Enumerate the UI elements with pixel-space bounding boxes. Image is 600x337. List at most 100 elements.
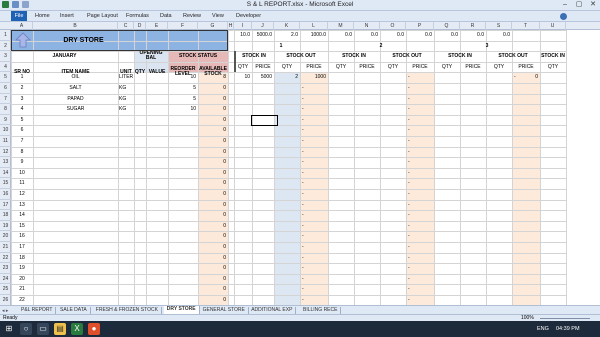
cell-dash[interactable]: - — [300, 104, 328, 115]
cell-sr-no[interactable]: 20 — [11, 274, 33, 285]
cell-sr-no[interactable]: 11 — [11, 178, 33, 189]
selected-cell[interactable] — [251, 115, 278, 126]
cell-item-name[interactable]: PAPAD — [33, 94, 118, 105]
cell-dash[interactable]: - — [406, 210, 434, 221]
column-header-d[interactable]: D — [134, 22, 146, 30]
cell-sr-no[interactable]: 13 — [11, 200, 33, 211]
cell-dash[interactable]: - — [406, 136, 434, 147]
zoom-slider[interactable] — [540, 318, 590, 319]
cell-sr-no[interactable]: 14 — [11, 210, 33, 221]
row-header[interactable]: 4 — [0, 62, 11, 73]
cell-sr-no[interactable]: 12 — [11, 189, 33, 200]
cell-available-stock[interactable]: 0 — [198, 125, 226, 136]
tab-home[interactable]: Home — [35, 13, 50, 19]
cell-reorder-level[interactable]: 10 — [168, 104, 196, 115]
cell-available-stock[interactable]: 0 — [198, 210, 226, 221]
sheet-tab[interactable]: ADDITIONAL EXP — [248, 307, 297, 314]
cell-available-stock[interactable]: 0 — [198, 231, 226, 242]
row-header[interactable]: 13 — [0, 157, 11, 168]
cell-stock-out-qty[interactable]: 2 — [274, 72, 298, 83]
minimize-icon[interactable]: – — [560, 1, 570, 9]
cell-sr-no[interactable]: 3 — [11, 94, 33, 105]
cell-dash[interactable]: - — [300, 136, 328, 147]
cell-available-stock[interactable]: 0 — [198, 94, 226, 105]
row-header[interactable]: 23 — [0, 263, 11, 274]
cell-dash[interactable]: - — [406, 189, 434, 200]
cell-dash[interactable]: - — [300, 274, 328, 285]
row-header[interactable]: 12 — [0, 147, 11, 158]
cell-unit[interactable]: LITER — [118, 72, 144, 83]
save-icon[interactable] — [12, 1, 19, 8]
column-header-e[interactable]: E — [146, 22, 168, 30]
cell-dash[interactable]: - — [300, 83, 328, 94]
cell-dash[interactable]: - — [406, 147, 434, 158]
cell-sr-no[interactable]: 2 — [11, 83, 33, 94]
cell-dash[interactable]: - — [406, 200, 434, 211]
cell-dash[interactable]: - — [406, 295, 434, 305]
column-header-n[interactable]: N — [354, 22, 380, 30]
column-header-s[interactable]: S — [486, 22, 512, 30]
tab-view[interactable]: View — [212, 13, 224, 19]
cell-dash[interactable]: - — [406, 178, 434, 189]
column-header-p[interactable]: P — [406, 22, 434, 30]
cell-item-name[interactable]: SALT — [33, 83, 118, 94]
close-icon[interactable]: ✕ — [588, 1, 598, 9]
row-header[interactable]: 26 — [0, 295, 11, 306]
excel-taskbar-icon[interactable]: X — [71, 323, 83, 335]
cell-available-stock[interactable]: 0 — [198, 83, 226, 94]
row-header[interactable]: 19 — [0, 221, 11, 232]
cell-dash[interactable]: - — [406, 231, 434, 242]
row-header[interactable]: 20 — [0, 231, 11, 242]
cell-dash[interactable]: - — [300, 189, 328, 200]
cell-dash[interactable]: - — [300, 115, 328, 126]
cell-item-name[interactable]: OIL — [33, 72, 118, 83]
cell-dash[interactable]: - — [300, 147, 328, 158]
chrome-icon[interactable]: ● — [88, 323, 100, 335]
column-header-k[interactable]: K — [274, 22, 300, 30]
cell-dash[interactable]: - — [300, 125, 328, 136]
cell-reorder-level[interactable]: 10 — [168, 72, 196, 83]
restore-icon[interactable]: ▢ — [574, 1, 584, 9]
cell-sr-no[interactable]: 4 — [11, 104, 33, 115]
cell-available-stock[interactable]: 0 — [198, 147, 226, 158]
column-header-q[interactable]: Q — [434, 22, 460, 30]
row-header[interactable]: 6 — [0, 83, 11, 94]
sheet-tab[interactable]: SALE DATA — [57, 307, 91, 314]
cell-dash[interactable]: - — [406, 221, 434, 232]
cell-sr-no[interactable]: 5 — [11, 115, 33, 126]
tab-formulas[interactable]: Formulas — [126, 13, 149, 19]
cell-available-stock[interactable]: 0 — [198, 178, 226, 189]
tab-data[interactable]: Data — [160, 13, 172, 19]
cell-available-stock[interactable]: 0 — [198, 200, 226, 211]
sheet-tab[interactable]: BILLING RECE — [300, 307, 342, 314]
cell-available-stock[interactable]: 0 — [198, 295, 226, 305]
column-header-m[interactable]: M — [328, 22, 354, 30]
cell-dash[interactable]: - — [300, 253, 328, 264]
cell-sr-no[interactable]: 17 — [11, 242, 33, 253]
sheet-tab[interactable]: P&L REPORT — [18, 307, 57, 314]
file-explorer-icon[interactable]: ▤ — [54, 323, 66, 335]
tab-developer[interactable]: Developer — [236, 13, 261, 19]
cell-dash[interactable]: - — [406, 125, 434, 136]
row-header[interactable]: 17 — [0, 200, 11, 211]
cell-sr-no[interactable]: 22 — [11, 295, 33, 305]
cell-sr-no[interactable]: 10 — [11, 168, 33, 179]
cell-dash[interactable]: - — [406, 168, 434, 179]
column-header-f[interactable]: F — [168, 22, 198, 30]
undo-icon[interactable] — [22, 1, 29, 8]
tab-insert[interactable]: Insert — [60, 13, 74, 19]
column-header-r[interactable]: R — [460, 22, 486, 30]
task-view-icon[interactable]: ▭ — [37, 323, 49, 335]
cell-dash[interactable]: - — [406, 242, 434, 253]
cell-dash[interactable]: - — [406, 263, 434, 274]
help-icon[interactable] — [560, 13, 567, 20]
cell-dash[interactable]: - — [406, 157, 434, 168]
file-tab[interactable]: File — [11, 11, 27, 21]
cell-dash[interactable]: - — [300, 295, 328, 305]
cell-available-stock[interactable]: 0 — [198, 168, 226, 179]
column-header-l[interactable]: L — [300, 22, 328, 30]
cell-dash[interactable]: - — [300, 231, 328, 242]
cell-dash[interactable]: - — [406, 83, 434, 94]
column-header-a[interactable]: A — [11, 22, 33, 30]
cell-dash[interactable]: - — [300, 284, 328, 295]
